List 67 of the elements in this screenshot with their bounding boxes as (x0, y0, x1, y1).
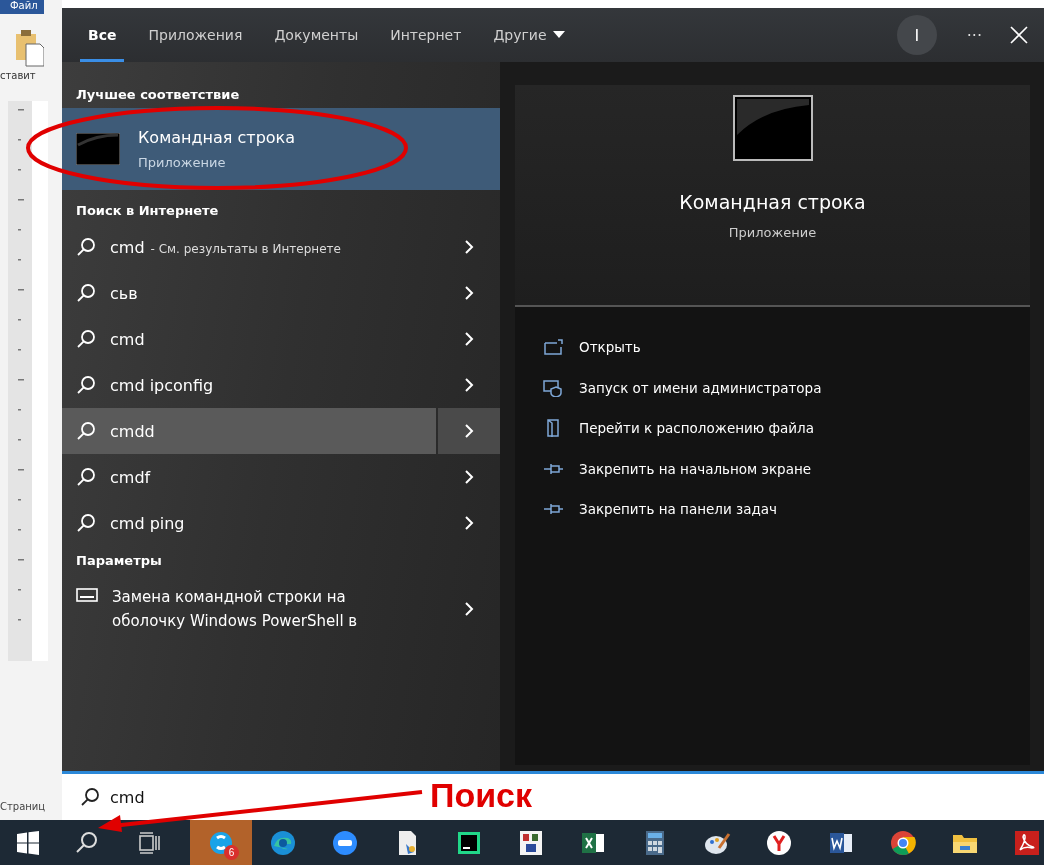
web-result-item[interactable]: cmd ipconfig (62, 362, 436, 408)
web-result-item[interactable]: cmd ping (62, 500, 436, 546)
chevron-icon (464, 423, 474, 439)
result-type: Приложение (138, 155, 227, 170)
filter-tab[interactable]: Приложения (140, 8, 251, 62)
web-result-item[interactable]: cmdd (62, 408, 436, 454)
query-text: cmd ping (110, 513, 185, 533)
action-item[interactable]: Закрепить на панели задач (543, 489, 1030, 530)
action-item[interactable]: Перейти к расположению файла (543, 408, 1030, 449)
chevron-icon (464, 469, 474, 485)
filter-tab[interactable]: Интернет (382, 8, 470, 62)
chevron-icon (464, 601, 474, 617)
web-result-item[interactable]: cmd (62, 316, 436, 362)
query-text: cmdd (110, 421, 155, 441)
query-text: сьв (110, 283, 138, 303)
settings-label: Замена командной строки на оболочку Windows PowerShell в (112, 587, 359, 632)
search-icon (76, 513, 96, 533)
more-button[interactable]: ··· (966, 25, 982, 45)
section-heading: Поиск в Интернете (75, 201, 220, 220)
terminal-icon (732, 95, 813, 161)
menu-tab[interactable]: Файл (0, 0, 44, 14)
account-avatar[interactable]: I (896, 15, 937, 55)
caret-icon (552, 31, 565, 39)
clipboard-icon (14, 28, 44, 68)
action-item[interactable]: Закрепить на начальном экране (543, 448, 1030, 489)
filter-tab[interactable]: Документы (266, 8, 367, 62)
chevron-icon (464, 515, 474, 531)
web-result-item[interactable]: cmd - См. результаты в Интернете (62, 224, 436, 270)
query-text: cmd (110, 237, 145, 257)
search-field[interactable]: cmd (110, 787, 410, 807)
shield-icon (543, 378, 565, 397)
best-match-item[interactable]: Командная строка Приложение (62, 108, 500, 190)
action-item[interactable]: Открыть (543, 327, 1030, 368)
preview-title: Командная строка (679, 191, 866, 213)
search-icon (80, 787, 100, 807)
section-heading: Параметры (75, 551, 163, 570)
settings-item[interactable]: Замена командной строки на оболочку Windows PowerShell в (62, 574, 436, 644)
terminal-icon (76, 133, 120, 165)
keyboard-icon (76, 588, 98, 602)
action-item[interactable]: Запуск от имени администратора (543, 367, 1030, 408)
search-icon (76, 467, 96, 487)
window-icon (543, 338, 565, 357)
web-result-item[interactable]: cmdf (62, 454, 436, 500)
filter-tab[interactable]: Другие (485, 8, 573, 62)
status-text: Страниц (0, 801, 46, 812)
search-icon (76, 329, 96, 349)
query-text: cmdf (110, 467, 151, 487)
search-icon (76, 237, 96, 257)
taskbar-button[interactable]: 6 (190, 820, 252, 865)
section-heading: Лучшее соответствие (75, 85, 241, 104)
chevron-icon (464, 239, 474, 255)
search-icon (76, 375, 96, 395)
chevron-icon (464, 285, 474, 301)
result-title: Командная строка (138, 128, 296, 147)
web-result-item[interactable]: сьв (62, 270, 436, 316)
notification-badge: 6 (224, 845, 239, 860)
paste-label[interactable]: ставит (0, 70, 36, 81)
annotation-label: Поиск (430, 775, 533, 815)
preview-subtitle: Приложение (728, 225, 817, 240)
hint-text: - См. результаты в Интернете (150, 241, 341, 256)
query-text: cmd ipconfig (110, 375, 214, 395)
close-icon[interactable] (1010, 26, 1028, 44)
chevron-icon (464, 331, 474, 347)
query-text: cmd (110, 329, 145, 349)
search-icon (76, 421, 96, 441)
chevron-icon (464, 377, 474, 393)
search-icon (76, 283, 96, 303)
